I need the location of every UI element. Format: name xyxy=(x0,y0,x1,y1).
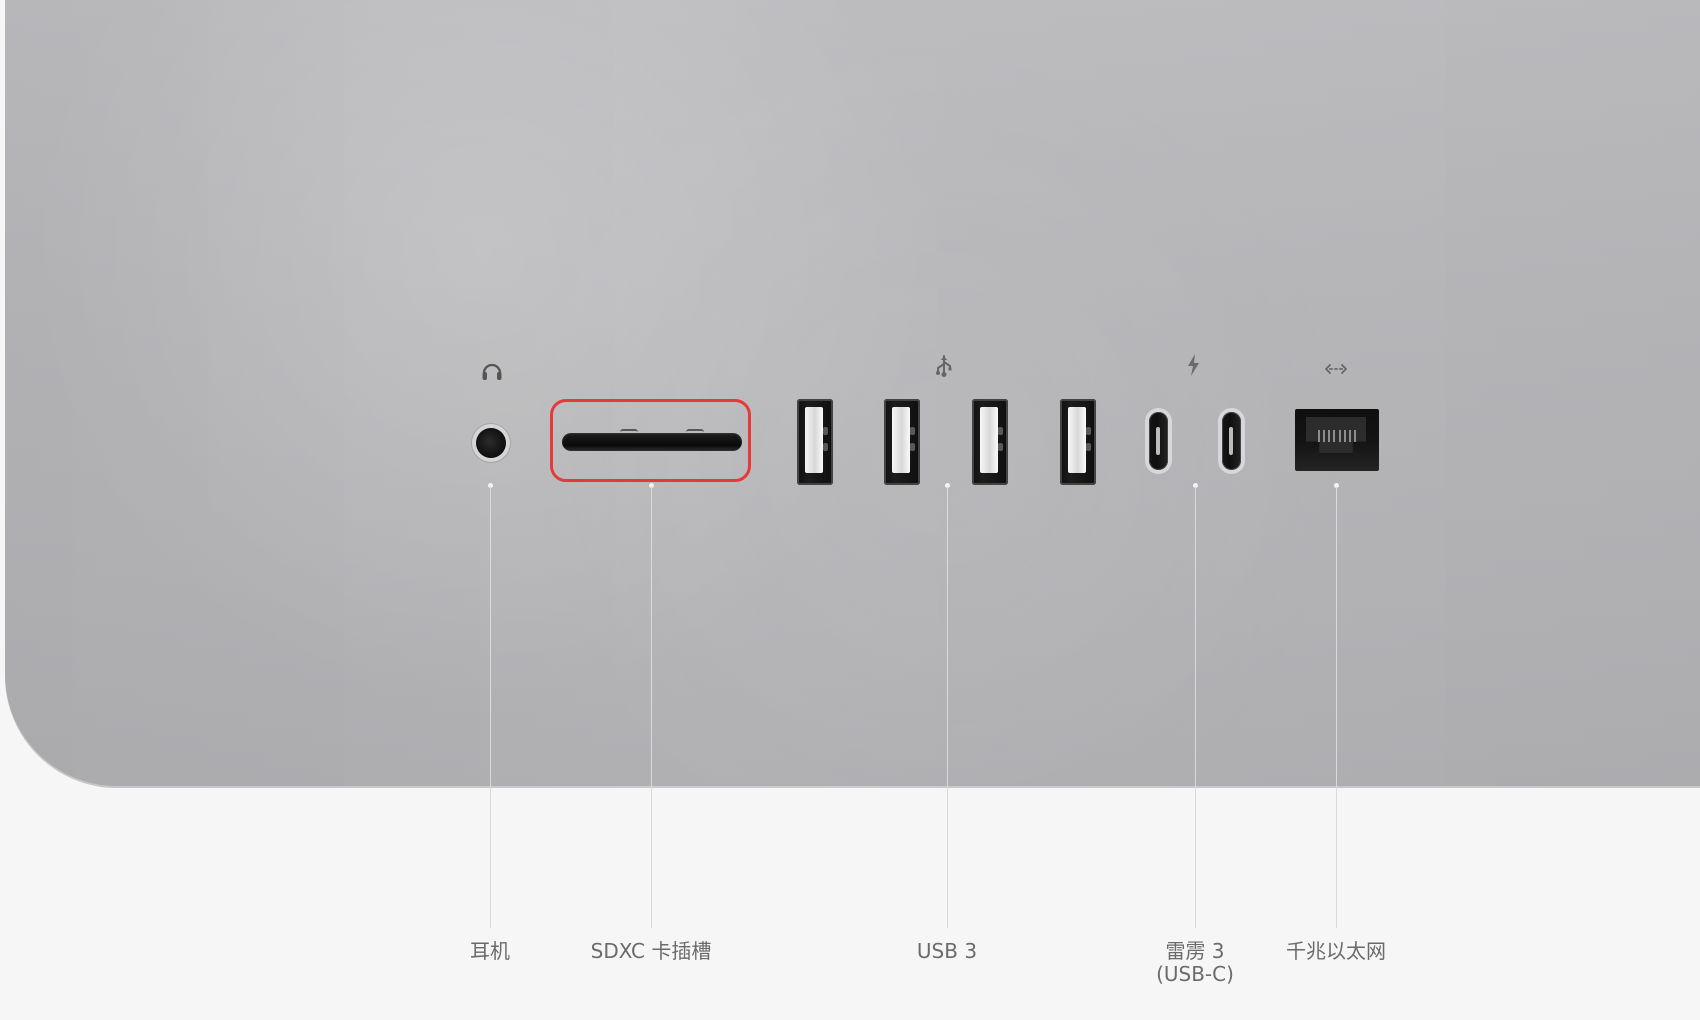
sdxc-label: SDXC 卡插槽 xyxy=(590,939,712,963)
usb-icon xyxy=(936,355,952,377)
usb-port-2 xyxy=(884,399,920,485)
imac-ports-diagram: 耳机 SDXC 卡插槽 USB 3 雷雳 3 (USB-C) 千兆以太网 xyxy=(0,0,1700,1020)
usb-port-3 xyxy=(972,399,1008,485)
headphones-icon xyxy=(482,363,502,380)
sdxc-highlight-box xyxy=(550,399,751,482)
usb-port-tongue xyxy=(892,407,915,473)
usb-port-tongue xyxy=(805,407,828,473)
headphone-jack xyxy=(476,428,506,458)
usb-label: USB 3 xyxy=(916,939,978,963)
usb-port-4 xyxy=(1060,399,1096,485)
ethernet-pins xyxy=(1318,430,1356,442)
sdxc-leader-line xyxy=(651,487,652,928)
ethernet-label: 千兆以太网 xyxy=(1286,939,1386,963)
usb-port-tongue xyxy=(1068,407,1091,473)
ethernet-leader-line xyxy=(1336,487,1337,928)
thunderbolt-icon xyxy=(1188,354,1199,376)
thunderbolt-port-1 xyxy=(1149,412,1168,470)
usb-port-tongue xyxy=(980,407,1003,473)
thunderbolt-port-2 xyxy=(1222,412,1241,470)
usb-port-1 xyxy=(797,399,833,485)
ethernet-port xyxy=(1295,409,1379,471)
headphone-leader-line xyxy=(490,487,491,928)
thunderbolt-label: 雷雳 3 (USB-C) xyxy=(1156,939,1234,986)
headphone-label: 耳机 xyxy=(470,939,510,963)
usb-leader-line xyxy=(947,487,948,928)
imac-rear-panel xyxy=(5,0,1700,788)
thunderbolt-leader-line xyxy=(1195,487,1196,928)
ethernet-icon xyxy=(1325,364,1347,374)
